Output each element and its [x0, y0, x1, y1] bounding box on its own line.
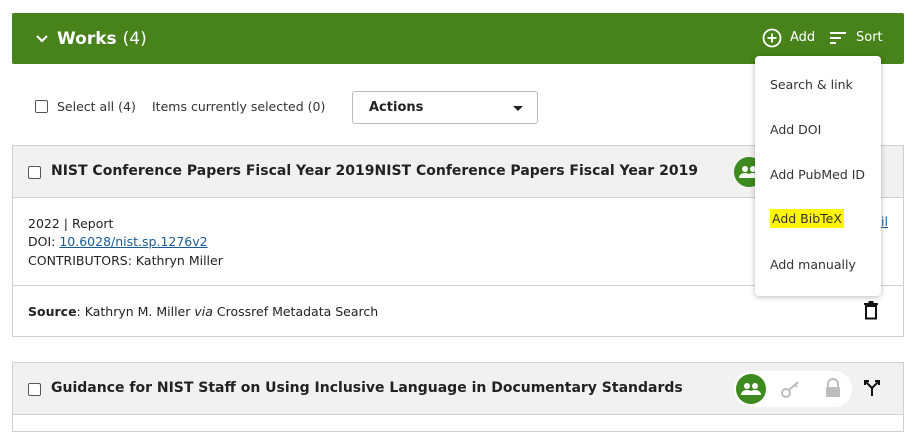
work-contributors: CONTRIBUTORS: Kathryn Miller [28, 253, 223, 268]
actions-dropdown[interactable]: Actions [352, 91, 538, 124]
work-title: NIST Conference Papers Fiscal Year 2019N… [51, 163, 699, 179]
select-all-label: Select all (4) [57, 98, 136, 114]
work-card: Guidance for NIST Staff on Using Inclusi… [12, 362, 904, 432]
add-label: Add [790, 30, 816, 45]
source-tool: Crossref Metadata Search [212, 304, 379, 319]
section-title-label: Works [57, 29, 117, 49]
work-checkbox[interactable] [28, 383, 41, 396]
work-source: Source: Kathryn M. Miller via Crossref M… [28, 304, 378, 319]
menu-item-add-pubmed-id[interactable]: Add PubMed ID [770, 167, 865, 182]
people-icon [741, 383, 761, 395]
source-via: via [194, 304, 213, 319]
lock-icon[interactable] [823, 377, 843, 399]
work-year-type: 2022 | Report [28, 216, 114, 231]
actions-label: Actions [369, 100, 424, 115]
items-selected-text: Items currently selected (0) [152, 99, 326, 114]
key-icon[interactable] [780, 378, 802, 400]
work-title: Guidance for NIST Staff on Using Inclusi… [51, 380, 683, 396]
select-all[interactable]: Select all (4) [35, 94, 136, 118]
work-doi: DOI: 10.6028/nist.sp.1276v2 [28, 234, 208, 249]
menu-item-add-doi[interactable]: Add DOI [770, 122, 821, 137]
source-value: : Kathryn M. Miller [76, 304, 195, 319]
sort-lines-icon [830, 32, 846, 44]
merge-icon[interactable] [862, 378, 882, 398]
menu-item-add-bibtex-label: Add BibTeX [770, 209, 844, 228]
menu-item-search-link[interactable]: Search & link [770, 77, 853, 92]
sort-button[interactable]: Sort [829, 27, 883, 49]
show-details-link[interactable]: il [881, 214, 888, 229]
work-checkbox[interactable] [28, 166, 41, 179]
menu-item-add-manually[interactable]: Add manually [770, 257, 856, 272]
source-label: Source [28, 304, 77, 319]
visibility-everyone-button[interactable] [736, 374, 766, 404]
trash-icon[interactable] [863, 301, 879, 320]
section-title: Works (4) [57, 28, 147, 50]
work-card-header: Guidance for NIST Staff on Using Inclusi… [13, 363, 903, 415]
menu-item-add-bibtex[interactable]: Add BibTeX [770, 209, 844, 228]
doi-link[interactable]: 10.6028/nist.sp.1276v2 [59, 234, 207, 249]
chevron-down-icon[interactable] [34, 31, 50, 47]
add-menu: Search & link Add DOI Add PubMed ID Add … [755, 56, 881, 296]
sort-label: Sort [856, 30, 883, 45]
add-button[interactable]: Add [762, 27, 815, 49]
section-count: (4) [122, 29, 147, 49]
doi-label: DOI: [28, 234, 60, 249]
caret-down-icon [513, 106, 523, 111]
select-all-checkbox[interactable] [35, 99, 48, 113]
plus-circle-icon [762, 28, 782, 48]
